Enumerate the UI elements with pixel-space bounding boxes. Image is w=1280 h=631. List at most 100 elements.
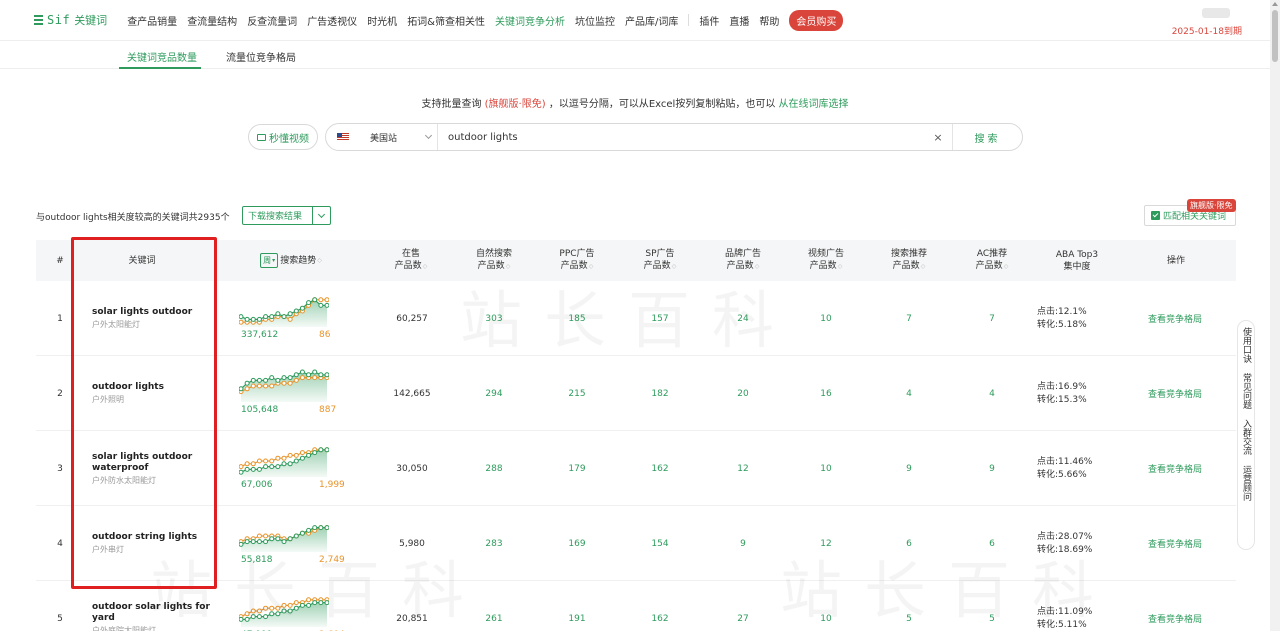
nav-item[interactable]: 坑位监控 xyxy=(575,13,615,28)
search-trend-chart[interactable] xyxy=(239,293,329,329)
scroll-thumb[interactable] xyxy=(1272,10,1278,62)
page-scrollbar[interactable] xyxy=(1270,0,1280,631)
view-competition-link[interactable]: 查看竞争格局 xyxy=(1148,281,1202,356)
col-video[interactable]: 视频广告 产品数◇ xyxy=(796,240,856,281)
trend-point-orange xyxy=(269,458,275,464)
sort-icon: ◇ xyxy=(317,256,322,264)
scroll-up-icon[interactable] xyxy=(1272,2,1278,6)
trend-point-green xyxy=(306,372,312,378)
trend-point-green xyxy=(293,533,299,539)
col-ac[interactable]: AC推荐 产品数◇ xyxy=(962,240,1022,281)
view-competition-link[interactable]: 查看竞争格局 xyxy=(1148,581,1202,631)
trend-point-green xyxy=(318,302,324,308)
avatar[interactable] xyxy=(1202,8,1230,18)
search-input[interactable]: outdoor lights xyxy=(438,132,930,143)
search-button[interactable]: 搜索 xyxy=(952,124,1022,150)
clear-icon[interactable]: × xyxy=(930,131,946,144)
nav-item[interactable]: 广告透视仪 xyxy=(307,13,357,28)
cell-ac[interactable]: 4 xyxy=(962,356,1022,431)
nav-item[interactable]: 拓词&筛查相关性 xyxy=(407,13,485,28)
col-index: # xyxy=(56,255,64,266)
sort-icon: ◇ xyxy=(920,263,926,270)
cell-ac[interactable]: 7 xyxy=(962,281,1022,356)
cell-on-sale: 60,257 xyxy=(396,313,428,324)
help-tips[interactable]: 使用口诀 xyxy=(1240,327,1252,363)
nav-extra-item[interactable]: 帮助 xyxy=(759,13,779,28)
trend-point-green xyxy=(281,461,287,467)
cell-ppc[interactable]: 179 xyxy=(547,431,607,506)
cell-video[interactable]: 10 xyxy=(796,431,856,506)
vip-purchase-button[interactable]: 会员购买 xyxy=(789,9,844,31)
nav-extra-item[interactable]: 直播 xyxy=(729,13,749,28)
trend-point-green xyxy=(269,375,275,381)
cell-brand[interactable]: 9 xyxy=(713,506,773,581)
cell-organic[interactable]: 288 xyxy=(464,431,524,506)
download-results-button[interactable]: 下载搜索结果 xyxy=(242,206,331,225)
trend-point-green xyxy=(318,525,324,531)
trend-point-orange xyxy=(263,458,269,464)
period-select[interactable]: 周 ▾ xyxy=(260,253,279,268)
cell-ac[interactable]: 9 xyxy=(962,431,1022,506)
col-recommend[interactable]: 搜索推荐 产品数◇ xyxy=(879,240,939,281)
col-aba: ABA Top3 集中度 xyxy=(1055,249,1099,272)
nav-item[interactable]: 查产品销量 xyxy=(127,13,177,28)
nav-item[interactable]: 产品库/词库 xyxy=(625,13,678,28)
view-competition-link[interactable]: 查看竞争格局 xyxy=(1148,356,1202,431)
view-competition-link[interactable]: 查看竞争格局 xyxy=(1148,506,1202,581)
trend-point-green xyxy=(299,530,305,536)
download-label: 下载搜索结果 xyxy=(248,212,303,222)
nav-extra-item[interactable]: 插件 xyxy=(699,13,719,28)
trend-point-orange xyxy=(250,461,256,467)
nav-menu: 查产品销量 查流量结构 反查流量词 广告透视仪 时光机 拓词&筛查相关性 关键词竞争分析 坑位… xyxy=(127,13,789,28)
nav-item[interactable]: 时光机 xyxy=(367,13,397,28)
trend-point-orange xyxy=(287,452,293,458)
trend-point-green xyxy=(263,377,269,383)
cell-video[interactable]: 16 xyxy=(796,356,856,431)
search-trend-chart[interactable] xyxy=(239,443,329,479)
download-dropdown-icon[interactable] xyxy=(312,207,330,224)
help-join-group[interactable]: 入群交流 xyxy=(1240,419,1252,455)
help-consultant[interactable]: 运营顾问 xyxy=(1240,465,1252,501)
site-select[interactable]: 美国站 xyxy=(326,124,438,150)
view-competition-link[interactable]: 查看竞争格局 xyxy=(1148,431,1202,506)
cell-ppc[interactable]: 169 xyxy=(547,506,607,581)
tab-keyword-competitors[interactable]: 关键词竞品数量 xyxy=(127,49,197,64)
nav-item[interactable]: 查流量结构 xyxy=(187,13,237,28)
cell-recommend[interactable]: 4 xyxy=(879,356,939,431)
trend-point-green xyxy=(275,311,281,317)
cell-video[interactable]: 10 xyxy=(796,281,856,356)
logo[interactable]: Sif 关键词 xyxy=(34,12,107,28)
nav-item[interactable]: 反查流量词 xyxy=(247,13,297,28)
keyword-library-link[interactable]: 从在线词库选择 xyxy=(779,99,849,110)
tab-traffic-position[interactable]: 流量位竞争格局 xyxy=(226,49,296,64)
cell-brand[interactable]: 12 xyxy=(713,431,773,506)
search-trend-chart[interactable] xyxy=(239,368,329,404)
expire-date: 2025-01-18到期 xyxy=(1171,27,1242,37)
cell-recommend[interactable]: 7 xyxy=(879,281,939,356)
cell-sp[interactable]: 154 xyxy=(630,506,690,581)
nav-item[interactable]: 关键词竞争分析 xyxy=(495,13,565,28)
cell-brand[interactable]: 27 xyxy=(713,581,773,631)
trend-point-green xyxy=(263,464,269,470)
search-rank: 86 xyxy=(319,330,331,340)
cell-brand[interactable]: 20 xyxy=(713,356,773,431)
cell-sp[interactable]: 182 xyxy=(630,356,690,431)
cell-ppc[interactable]: 191 xyxy=(547,581,607,631)
cell-ppc[interactable]: 215 xyxy=(547,356,607,431)
cell-recommend[interactable]: 9 xyxy=(879,431,939,506)
cell-organic[interactable]: 294 xyxy=(464,356,524,431)
trend-point-green xyxy=(250,377,256,383)
help-faq[interactable]: 常见问题 xyxy=(1240,373,1252,409)
trend-point-green xyxy=(306,527,312,533)
sub-nav: 关键词竞品数量 流量位竞争格局 xyxy=(0,41,1270,69)
trend-point-orange xyxy=(287,380,293,386)
cell-sp[interactable]: 162 xyxy=(630,431,690,506)
cell-sp[interactable]: 162 xyxy=(630,581,690,631)
trend-point-orange xyxy=(263,383,269,389)
trend-point-green xyxy=(324,447,329,453)
search-bar: 美国站 outdoor lights × 搜索 xyxy=(325,123,1023,151)
col-on-sale[interactable]: 在售 产品数◇ xyxy=(381,240,441,281)
aba-concentration: 点击:12.1% 转化:5.18% xyxy=(1037,281,1087,356)
col-trend[interactable]: 周 ▾ 搜索趋势 ◇ xyxy=(246,240,336,281)
video-tutorial-button[interactable]: 秒懂视频 xyxy=(248,124,318,150)
